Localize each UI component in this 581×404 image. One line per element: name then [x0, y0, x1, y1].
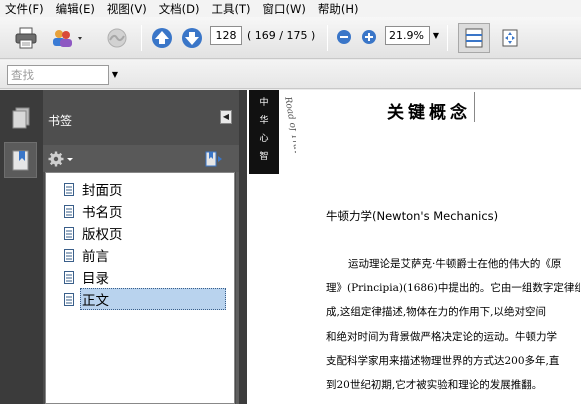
bookmark-item[interactable]: 版权页 — [64, 222, 123, 244]
zoom-out-button[interactable] — [335, 28, 353, 46]
collapse-panel-button[interactable]: ◀ — [220, 110, 232, 124]
fit-page-button[interactable] — [497, 24, 523, 52]
bookmarks-tools — [43, 145, 239, 172]
menu-window[interactable]: 窗口(W) — [260, 1, 309, 17]
find-dropdown[interactable]: ▼ — [110, 65, 120, 85]
zoom-dropdown[interactable]: ▼ — [431, 26, 441, 45]
find-toolbar: 查找 ▼ — [0, 60, 581, 89]
collaborate-button[interactable] — [49, 25, 85, 51]
paragraph-line: 支配科学家用来描述物理世界的方式达200多年,直 — [326, 354, 560, 367]
strip-char: 中 — [259, 98, 269, 108]
section-title: 牛顿力学(Newton's Mechanics) — [326, 209, 499, 223]
print-button[interactable] — [13, 25, 39, 51]
bookmark-item[interactable]: 封面页 — [64, 178, 123, 200]
document-icon — [64, 292, 74, 306]
paragraph-line: 运动理论是艾萨克·牛顿爵士在他的伟大的《原 — [348, 258, 562, 270]
toolbar-separator — [447, 25, 448, 51]
bookmark-list: 封面页 书名页 版权页 前言 目录 正文 — [45, 172, 235, 404]
zoom-in-button[interactable] — [360, 28, 378, 46]
find-input[interactable]: 查找 — [7, 65, 109, 85]
calligraphy-strip: 中 华 心 智 — [249, 90, 279, 174]
main-toolbar: 128 ( 169 ∕ 175 ) 21.9% ▼ — [0, 17, 581, 59]
chevron-down-icon: ▼ — [432, 31, 440, 40]
menu-help[interactable]: 帮助(H) — [315, 1, 362, 17]
pages-panel-button[interactable] — [4, 100, 37, 136]
zoom-level-input[interactable]: 21.9% — [385, 26, 430, 45]
options-menu-button[interactable] — [48, 149, 76, 168]
menu-edit[interactable]: 编辑(E) — [53, 1, 98, 17]
document-page: 中 华 心 智 Road of Trav 关键概念 牛顿力学(Newton's … — [247, 90, 581, 404]
previous-page-button[interactable] — [150, 26, 174, 50]
strip-char: 智 — [259, 152, 269, 162]
splitter[interactable] — [239, 90, 247, 404]
menu-tools[interactable]: 工具(T) — [209, 1, 254, 17]
page-count: ( 169 ∕ 175 ) — [247, 29, 316, 42]
menu-document[interactable]: 文档(D) — [156, 1, 203, 17]
menu-file[interactable]: 文件(F) — [2, 1, 47, 17]
navigation-pane-strip — [0, 90, 43, 404]
document-icon — [64, 226, 74, 240]
bookmark-label: 封面页 — [82, 183, 123, 199]
strip-char: 心 — [259, 134, 269, 144]
fit-page-icon — [502, 29, 518, 47]
toolbar-separator — [327, 25, 328, 51]
menu-bar: 文件(F) 编辑(E) 视图(V) 文档(D) 工具(T) 窗口(W) 帮助(H… — [0, 0, 581, 17]
bookmarks-header: 书签 ◀ — [43, 90, 239, 145]
fit-width-icon — [465, 28, 483, 48]
bookmark-label: 书名页 — [82, 205, 123, 221]
vertical-caption: Road of Trav — [284, 96, 296, 170]
fit-width-button[interactable] — [458, 23, 490, 53]
bookmarks-panel-button[interactable] — [4, 142, 37, 178]
bookmark-go-icon — [205, 151, 222, 166]
bookmarks-panel: 书签 ◀ 封面页 书名页 版权页 前言 目录 正文 — [43, 90, 239, 404]
paragraph-line: 成,这组定律描述,物体在力的作用下,以绝对空间 — [326, 306, 547, 319]
toolbar-separator — [141, 25, 142, 51]
sign-button[interactable] — [103, 25, 131, 51]
body-paragraph: 运动理论是艾萨克·牛顿爵士在他的伟大的《原 理》(Principia)(1686… — [326, 256, 580, 401]
bookmarks-title: 书签 — [48, 114, 73, 128]
paragraph-line: 理》(Principia)(1686)中提出的。它由一组数字定律组 — [326, 282, 580, 295]
sign-icon — [107, 28, 127, 48]
bookmark-icon — [12, 150, 28, 171]
bookmark-label: 正文 — [80, 288, 226, 310]
title-rule — [474, 92, 475, 122]
chevron-left-icon: ◀ — [222, 112, 230, 121]
zoom-in-icon — [362, 30, 376, 44]
document-icon — [64, 204, 74, 218]
document-icon — [64, 270, 74, 284]
people-icon — [53, 30, 82, 47]
bookmark-label: 版权页 — [82, 227, 123, 243]
document-icon — [64, 182, 74, 196]
chapter-title: 关键概念 — [387, 103, 471, 123]
chevron-down-icon: ▼ — [111, 70, 119, 79]
printer-icon — [15, 27, 37, 49]
gear-icon — [48, 151, 73, 166]
paragraph-line: 和绝对时间为背景做严格决定论的运动。牛顿力学 — [326, 330, 557, 343]
vertical-caption-text: Road of Trav — [284, 96, 296, 156]
document-icon — [64, 248, 74, 262]
bookmark-item-selected[interactable]: 正文 — [64, 288, 226, 310]
bookmark-label: 前言 — [82, 249, 109, 265]
page-number-input[interactable]: 128 — [210, 26, 242, 45]
strip-char: 华 — [259, 116, 269, 126]
arrow-up-icon — [152, 28, 172, 48]
next-page-button[interactable] — [180, 26, 204, 50]
expand-bookmark-button[interactable] — [205, 149, 227, 168]
bookmark-label: 目录 — [82, 271, 109, 287]
bookmark-item[interactable]: 前言 — [64, 244, 109, 266]
menu-view[interactable]: 视图(V) — [104, 1, 150, 17]
paragraph-line: 到20世纪初期,它才被实验和理论的发展推翻。 — [326, 378, 543, 391]
bookmark-item[interactable]: 目录 — [64, 266, 109, 288]
arrow-down-icon — [182, 28, 202, 48]
bookmark-item[interactable]: 书名页 — [64, 200, 123, 222]
pages-icon — [12, 107, 29, 129]
zoom-out-icon — [337, 30, 351, 44]
